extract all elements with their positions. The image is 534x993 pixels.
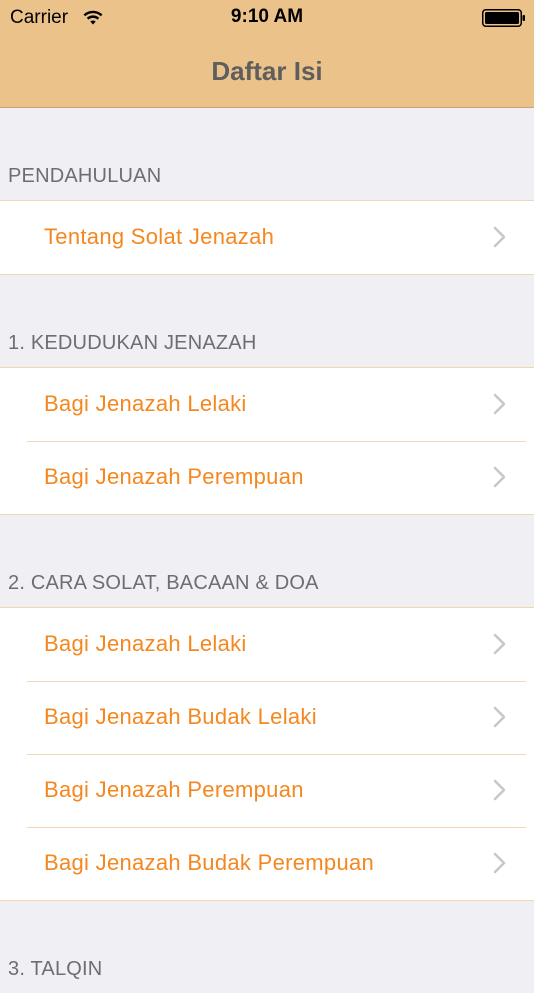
section-header: 1. KEDUDUKAN JENAZAH (0, 275, 534, 367)
chevron-right-icon (493, 466, 506, 488)
section-group: Bagi Jenazah Lelaki Bagi Jenazah Perempua… (0, 367, 534, 515)
section-header: PENDAHULUAN (0, 108, 534, 200)
list-item[interactable]: Bagi Jenazah Budak Perempuan (0, 827, 534, 900)
section-header-label: 1. KEDUDUKAN JENAZAH (8, 332, 257, 354)
section-header: 2. CARA SOLAT, BACAAN & DOA (0, 515, 534, 607)
section-group: Bagi Jenazah Lelaki Bagi Jenazah Budak Le… (0, 607, 534, 901)
page-title: Daftar Isi (211, 56, 323, 86)
list-item[interactable]: Bagi Jenazah Perempuan (0, 754, 534, 827)
navigation-bar: Carrier 9:10 AM Daftar Isi (0, 0, 534, 108)
list-item[interactable]: Bagi Jenazah Perempuan (0, 441, 534, 514)
list-item-label: Bagi Jenazah Lelaki (44, 631, 247, 656)
status-bar: Carrier 9:10 AM (0, 0, 534, 40)
chevron-right-icon (493, 852, 506, 874)
list-item[interactable]: Tentang Solat Jenazah (0, 201, 534, 274)
list-item[interactable]: Bagi Jenazah Lelaki (0, 368, 534, 441)
table-of-contents: PENDAHULUAN Tentang Solat Jenazah 1. KEDUD… (0, 108, 534, 993)
section-header-label: 2. CARA SOLAT, BACAAN & DOA (8, 572, 319, 594)
list-item-label: Bagi Jenazah Lelaki (44, 391, 247, 416)
list-item[interactable]: Bagi Jenazah Lelaki (0, 608, 534, 681)
chevron-right-icon (493, 226, 506, 248)
list-item-label: Bagi Jenazah Perempuan (44, 777, 304, 802)
list-item-label: Bagi Jenazah Perempuan (44, 464, 304, 489)
battery-icon (482, 9, 525, 27)
chevron-right-icon (493, 706, 506, 728)
section-header-label: 3. TALQIN (8, 958, 103, 980)
list-item[interactable]: Bagi Jenazah Budak Lelaki (0, 681, 534, 754)
section-header-label: PENDAHULUAN (8, 165, 162, 187)
list-item-label: Bagi Jenazah Budak Perempuan (44, 850, 375, 875)
chevron-right-icon (493, 633, 506, 655)
chevron-right-icon (493, 393, 506, 415)
chevron-right-icon (493, 779, 506, 801)
status-time: 9:10 AM (230, 6, 304, 27)
section-header: 3. TALQIN (0, 901, 534, 993)
section-group: Tentang Solat Jenazah (0, 200, 534, 275)
list-item-label: Tentang Solat Jenazah (44, 224, 275, 249)
list-item-label: Bagi Jenazah Budak Lelaki (44, 704, 317, 729)
